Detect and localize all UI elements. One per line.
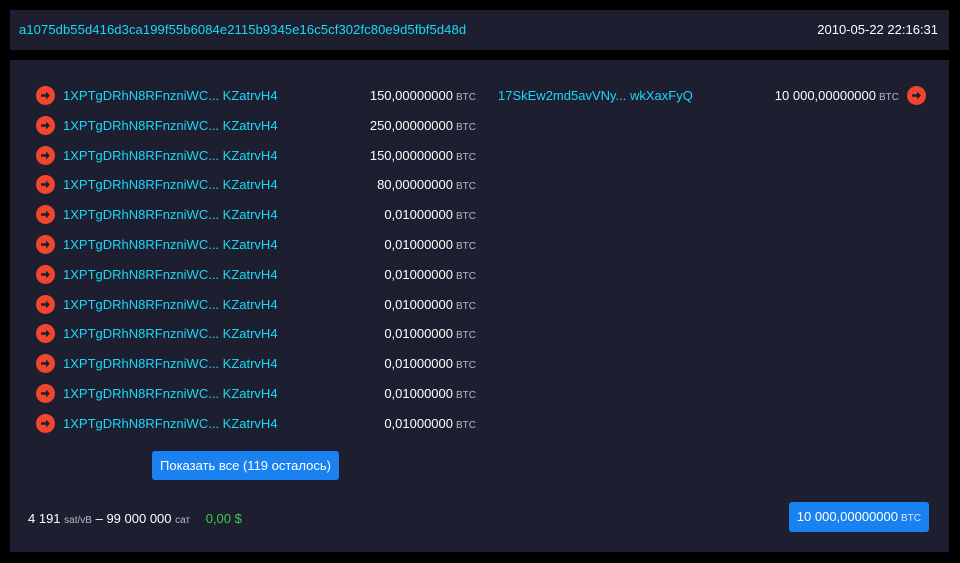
amount-unit: BTC (456, 151, 476, 163)
input-amount: 150,00000000 BTC (370, 88, 476, 103)
fee-info: 4 191 sat/vB – 99 000 000 сат 0,00 $ (28, 511, 242, 526)
amount-value: 0,01000000 (384, 326, 453, 342)
amount-value: 0,01000000 (384, 207, 453, 223)
arrow-right-circle-icon[interactable] (36, 175, 55, 195)
amount-unit: BTC (456, 270, 476, 282)
amount-value: 0,01000000 (384, 296, 453, 312)
arrow-right-circle-icon[interactable] (36, 383, 55, 403)
timestamp: 2010-05-22 22:16:31 (817, 22, 938, 37)
fee-rate-unit: sat/vB (64, 515, 92, 526)
separator: – (95, 511, 103, 526)
input-amount: 0,01000000 BTC (384, 237, 476, 252)
arrow-right-circle-icon[interactable] (36, 205, 55, 225)
input-row: 1XPTgDRhN8RFnzniWC... KZatrvH4 150,000000… (36, 144, 476, 174)
amount-value: 0,01000000 (384, 356, 453, 372)
amount-value: 250,00000000 (369, 117, 453, 133)
input-amount: 0,01000000 BTC (384, 297, 476, 312)
input-amount: 0,01000000 BTC (384, 326, 476, 341)
input-address-link[interactable]: 1XPTgDRhN8RFnzniWC... KZatrvH4 (63, 326, 278, 341)
amount-unit: BTC (456, 389, 476, 401)
input-amount: 0,01000000 BTC (384, 356, 476, 371)
amount-unit: BTC (456, 211, 476, 223)
amount-unit: BTC (456, 92, 476, 103)
arrow-right-circle-icon[interactable] (36, 354, 55, 374)
amount-unit: BTC (456, 240, 476, 252)
input-address-link[interactable]: 1XPTgDRhN8RFnzniWC... KZatrvH4 (63, 118, 278, 133)
input-address-link[interactable]: 1XPTgDRhN8RFnzniWC... KZatrvH4 (63, 88, 278, 103)
amount-unit: BTC (456, 330, 476, 342)
fee-rate: 4 191 (28, 511, 61, 526)
input-address-link[interactable]: 1XPTgDRhN8RFnzniWC... KZatrvH4 (63, 207, 278, 222)
fee-amount: 99 000 000 (106, 511, 172, 526)
transaction-header: a1075db55d416d3ca199f55b6084e2115b9345e1… (10, 10, 949, 50)
total-amount: 10 000,00000000 (796, 509, 898, 524)
amount-unit: BTC (456, 419, 476, 431)
input-row: 1XPTgDRhN8RFnzniWC... KZatrvH4 0,01000000… (36, 352, 476, 382)
input-row: 1XPTgDRhN8RFnzniWC... KZatrvH4 0,01000000… (36, 322, 476, 352)
arrow-right-circle-icon[interactable] (36, 145, 55, 165)
input-row: 1XPTgDRhN8RFnzniWC... KZatrvH4 0,01000000… (36, 203, 476, 233)
fee-unit: сат (175, 515, 191, 526)
input-address-link[interactable]: 1XPTgDRhN8RFnzniWC... KZatrvH4 (63, 386, 278, 401)
fiat-value: 0,00 $ (205, 511, 242, 526)
input-address-link[interactable]: 1XPTgDRhN8RFnzniWC... KZatrvH4 (63, 267, 278, 282)
arrow-right-circle-icon[interactable] (36, 324, 55, 344)
arrow-right-circle-icon[interactable] (36, 413, 55, 433)
output-row: 17SkEw2md5avVNy... wkXaxFyQ 10 000,000000… (498, 84, 926, 114)
input-amount: 80,00000000 BTC (377, 177, 476, 192)
amount-value: 10 000,00000000 (774, 88, 876, 103)
inputs-list: 1XPTgDRhN8RFnzniWC... KZatrvH4 150,000000… (36, 84, 476, 442)
show-all-button[interactable]: Показать все (119 осталось) (152, 451, 339, 480)
total-amount-button[interactable]: 10 000,00000000 BTC (788, 502, 929, 532)
arrow-right-circle-icon[interactable] (36, 86, 55, 105)
input-amount: 150,00000000 BTC (370, 148, 476, 163)
arrow-right-circle-icon[interactable] (36, 234, 55, 254)
amount-value: 0,01000000 (384, 415, 453, 431)
input-amount: 0,01000000 BTC (384, 416, 476, 431)
amount-value: 80,00000000 (377, 177, 453, 193)
amount-unit: BTC (456, 300, 476, 312)
amount-unit: BTC (456, 121, 476, 133)
amount-value: 0,01000000 (384, 385, 453, 401)
arrow-right-circle-icon[interactable] (36, 264, 55, 284)
transaction-details: 1XPTgDRhN8RFnzniWC... KZatrvH4 150,000000… (10, 60, 949, 552)
amount-unit: BTC (456, 360, 476, 372)
arrow-right-circle-icon[interactable] (907, 86, 926, 105)
input-address-link[interactable]: 1XPTgDRhN8RFnzniWC... KZatrvH4 (63, 237, 278, 252)
input-address-link[interactable]: 1XPTgDRhN8RFnzniWC... KZatrvH4 (63, 177, 278, 192)
input-row: 1XPTgDRhN8RFnzniWC... KZatrvH4 0,01000000… (36, 382, 476, 412)
amount-value: 150,00000000 (369, 88, 453, 103)
total-unit: BTC (901, 513, 921, 524)
input-address-link[interactable]: 1XPTgDRhN8RFnzniWC... KZatrvH4 (63, 148, 278, 163)
input-address-link[interactable]: 1XPTgDRhN8RFnzniWC... KZatrvH4 (63, 416, 278, 431)
input-row: 1XPTgDRhN8RFnzniWC... KZatrvH4 0,01000000… (36, 412, 476, 442)
input-amount: 0,01000000 BTC (384, 267, 476, 282)
input-amount: 0,01000000 BTC (384, 207, 476, 222)
arrow-right-circle-icon[interactable] (36, 294, 55, 314)
output-address-link[interactable]: 17SkEw2md5avVNy... wkXaxFyQ (498, 88, 693, 103)
amount-unit: BTC (879, 92, 899, 103)
input-row: 1XPTgDRhN8RFnzniWC... KZatrvH4 0,01000000… (36, 233, 476, 263)
input-address-link[interactable]: 1XPTgDRhN8RFnzniWC... KZatrvH4 (63, 356, 278, 371)
input-address-link[interactable]: 1XPTgDRhN8RFnzniWC... KZatrvH4 (63, 297, 278, 312)
amount-value: 150,00000000 (369, 147, 453, 163)
input-row: 1XPTgDRhN8RFnzniWC... KZatrvH4 250,000000… (36, 114, 476, 144)
input-amount: 250,00000000 BTC (370, 118, 476, 133)
outputs-list: 17SkEw2md5avVNy... wkXaxFyQ 10 000,000000… (498, 84, 926, 114)
arrow-right-circle-icon[interactable] (36, 115, 55, 135)
amount-value: 0,01000000 (384, 266, 453, 282)
input-row: 1XPTgDRhN8RFnzniWC... KZatrvH4 0,01000000… (36, 263, 476, 293)
input-amount: 0,01000000 BTC (384, 386, 476, 401)
input-row: 1XPTgDRhN8RFnzniWC... KZatrvH4 80,0000000… (36, 173, 476, 203)
amount-unit: BTC (456, 181, 476, 193)
input-row: 1XPTgDRhN8RFnzniWC... KZatrvH4 0,01000000… (36, 293, 476, 323)
txid-link[interactable]: a1075db55d416d3ca199f55b6084e2115b9345e1… (19, 22, 466, 37)
input-row: 1XPTgDRhN8RFnzniWC... KZatrvH4 150,000000… (36, 84, 476, 114)
amount-value: 0,01000000 (384, 236, 453, 252)
output-amount: 10 000,00000000 BTC (775, 88, 899, 103)
